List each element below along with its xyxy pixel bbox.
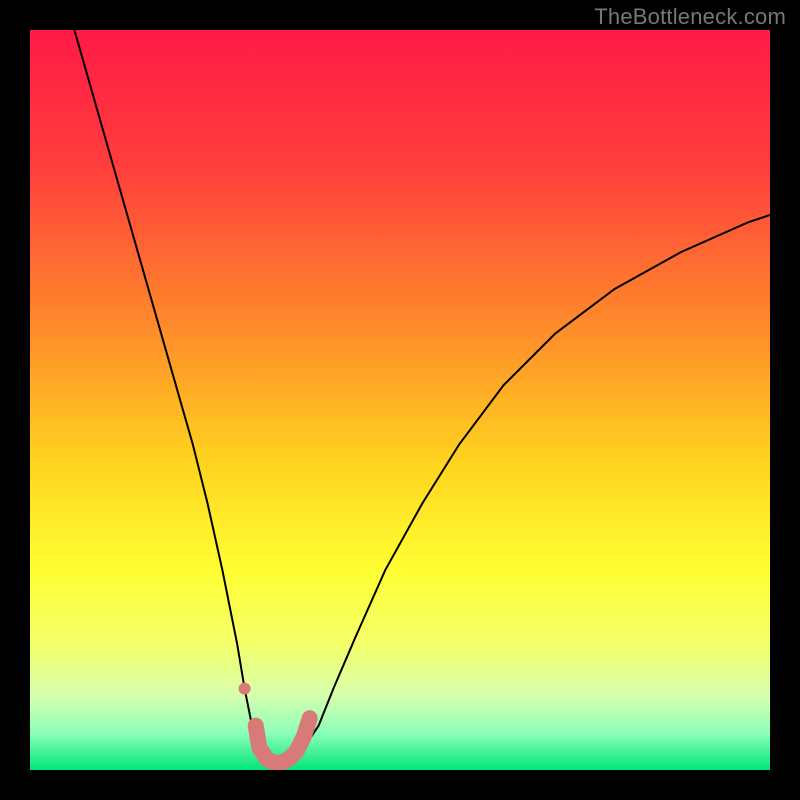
chart-svg xyxy=(30,30,770,770)
marker-layer xyxy=(239,683,251,695)
chart-plot-area xyxy=(30,30,770,770)
gradient-background xyxy=(30,30,770,770)
watermark-label: TheBottleneck.com xyxy=(594,4,786,30)
highlight-dot xyxy=(239,683,251,695)
chart-frame: TheBottleneck.com xyxy=(0,0,800,800)
